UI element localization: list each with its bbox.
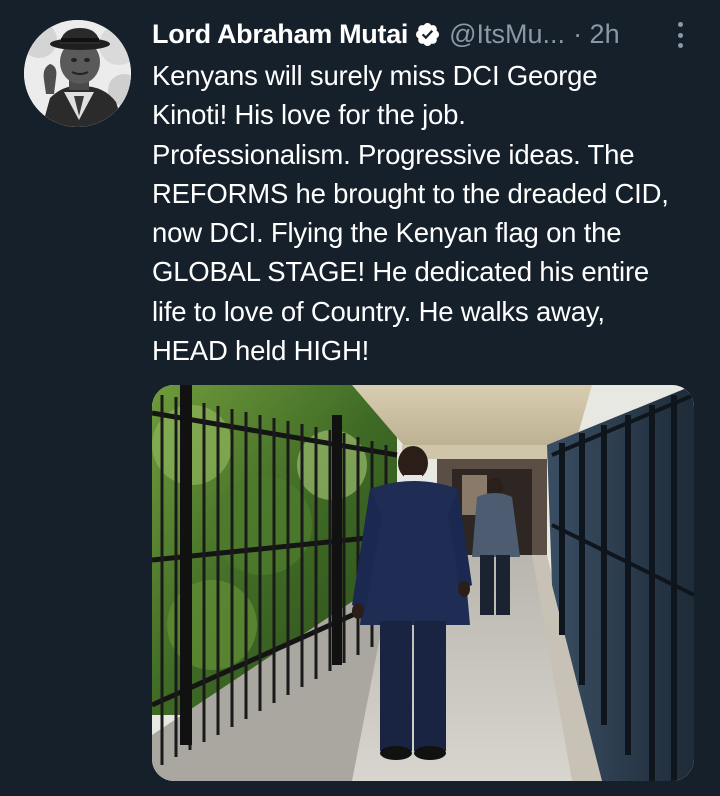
author-avatar[interactable] xyxy=(24,20,131,127)
tweet-photo[interactable] xyxy=(152,385,694,781)
tweet-text: Kenyans will surely miss DCI George Kino… xyxy=(152,56,712,370)
tweet-text-line: Kenyans will surely miss DCI George xyxy=(152,60,598,91)
verified-badge-icon xyxy=(416,22,440,46)
tweet-text-line: HEAD held HIGH! xyxy=(152,335,370,367)
tweet-text-line: Professionalism. Progressive ideas. The xyxy=(152,138,635,170)
more-dot xyxy=(677,22,683,27)
more-dot xyxy=(677,43,683,48)
tweet-text-line: life to love of Country. He walks away, xyxy=(152,295,605,327)
author-display-name[interactable]: Lord Abraham Mutai xyxy=(152,14,408,54)
tweet-text-line: now DCI. Flying the Kenyan flag on the xyxy=(152,217,622,249)
author-handle[interactable]: @ItsMu... xyxy=(449,14,565,54)
more-dot xyxy=(677,32,683,38)
tweet[interactable]: Lord Abraham Mutai @ItsMu... · 2h Kenyan… xyxy=(0,0,720,796)
tweet-text-line: Kinoti! His love for the job. xyxy=(152,99,466,131)
tweet-header: Lord Abraham Mutai @ItsMu... · 2h xyxy=(152,14,620,54)
tweet-text-line: GLOBAL STAGE! He dedicated his entire xyxy=(152,256,650,288)
tweet-timestamp[interactable]: · 2h xyxy=(573,14,620,54)
more-options-icon[interactable] xyxy=(672,22,688,48)
tweet-text-line: REFORMS he brought to the dreaded CID, xyxy=(152,177,669,209)
